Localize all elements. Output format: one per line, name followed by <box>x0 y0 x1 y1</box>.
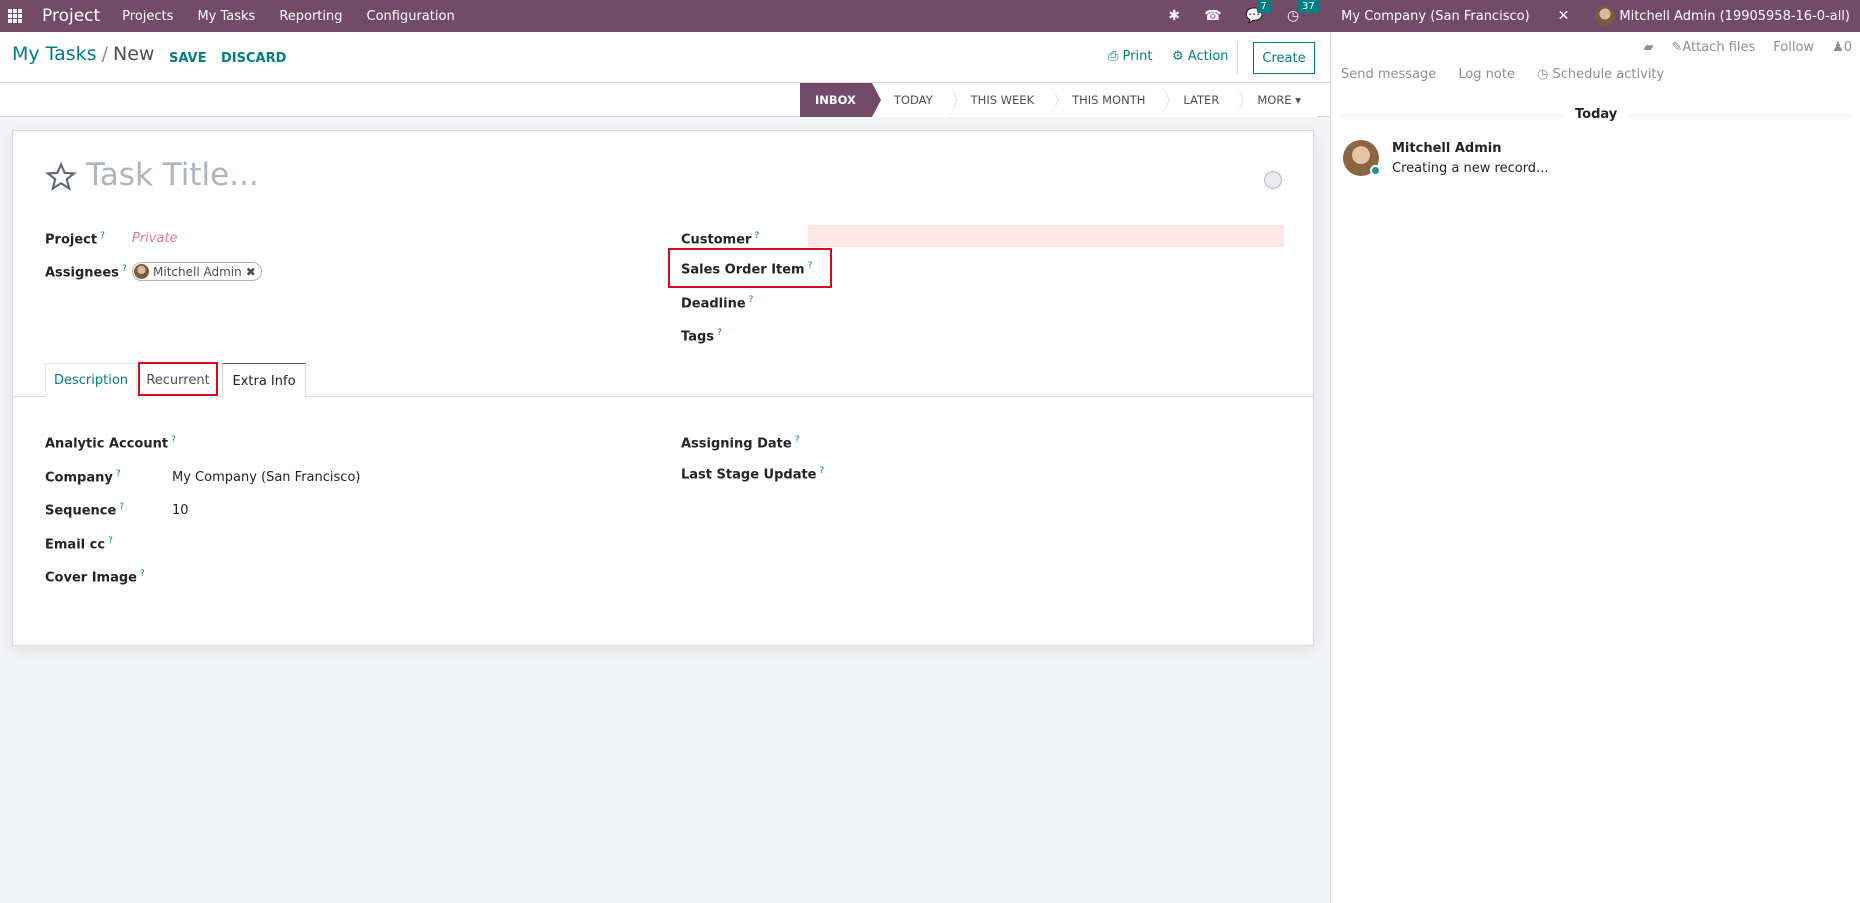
apps-menu-icon[interactable] <box>8 9 22 23</box>
form-sheet: Task Title... Project? Private Assignees… <box>12 130 1314 646</box>
day-separator: Today <box>1341 107 1851 122</box>
assignee-name: Mitchell Admin <box>153 264 242 279</box>
assignee-avatar <box>134 264 149 279</box>
message-body: Creating a new record... <box>1392 161 1549 176</box>
project-label: Project? <box>45 231 105 248</box>
menu-configuration[interactable]: Configuration <box>367 9 455 24</box>
deadline-label: Deadline? <box>681 295 754 312</box>
stage-this-month[interactable]: THIS MONTH <box>1050 83 1171 117</box>
sequence-field[interactable]: 10 <box>172 503 189 518</box>
status-bar: INBOX TODAY THIS WEEK THIS MONTH LATER M… <box>0 83 1330 117</box>
control-panel: My Tasks / New SAVE DISCARD ⎙ Print ⚙ Acti… <box>0 32 1330 83</box>
online-status-icon <box>1370 165 1381 176</box>
tab-extra-info[interactable]: Extra Info <box>222 363 306 398</box>
customer-input[interactable] <box>808 225 1284 247</box>
app-name[interactable]: Project <box>42 6 100 26</box>
highlight-box-sales-order-item <box>668 248 832 288</box>
breadcrumb-separator: / <box>101 43 108 65</box>
stage-more-dropdown[interactable]: MORE ▾ <box>1235 83 1317 117</box>
sequence-label: Sequence? <box>45 502 125 519</box>
send-message-button[interactable]: Send message <box>1341 67 1436 82</box>
breadcrumb-parent[interactable]: My Tasks <box>12 43 97 65</box>
tags-label: Tags? <box>681 328 722 345</box>
notebook-icon[interactable]: ▰ <box>1643 40 1653 55</box>
user-name: Mitchell Admin (19905958-16-0-all) <box>1619 8 1850 24</box>
phone-icon[interactable]: ☎ <box>1204 8 1221 24</box>
main-content: My Tasks / New SAVE DISCARD ⎙ Print ⚙ Acti… <box>0 32 1330 903</box>
menu-my-tasks[interactable]: My Tasks <box>197 9 255 24</box>
log-note-button[interactable]: Log note <box>1458 67 1515 82</box>
menu-reporting[interactable]: Reporting <box>279 9 342 24</box>
star-icon[interactable] <box>45 161 77 193</box>
schedule-activity-button[interactable]: ◷ Schedule activity <box>1537 67 1664 82</box>
message-avatar[interactable] <box>1343 140 1381 176</box>
task-title-input[interactable]: Task Title... <box>86 157 259 193</box>
assignee-tag[interactable]: Mitchell Admin ✖ <box>132 262 262 281</box>
create-button[interactable]: Create <box>1253 42 1315 74</box>
stage-today[interactable]: TODAY <box>871 83 958 117</box>
messages-icon[interactable]: 💬 7 <box>1246 0 1271 24</box>
activities-badge: 37 <box>1297 0 1319 13</box>
company-switcher[interactable]: My Company (San Francisco) <box>1341 9 1529 24</box>
activities-icon[interactable]: ◷ 37 <box>1287 0 1319 24</box>
chatter: ▰ ✎Attach files Follow ♟0 Send message L… <box>1330 32 1860 903</box>
tools-icon[interactable]: ✕ <box>1558 8 1570 24</box>
divider <box>1237 42 1238 74</box>
stage-this-week[interactable]: THIS WEEK <box>948 83 1060 117</box>
user-menu[interactable]: Mitchell Admin (19905958-16-0-all) <box>1595 6 1850 26</box>
assigning-date-label: Assigning Date? <box>681 435 800 452</box>
paperclip-icon: ✎ <box>1671 40 1683 55</box>
stage-inbox[interactable]: INBOX <box>800 83 881 117</box>
save-button[interactable]: SAVE <box>169 51 206 66</box>
company-field[interactable]: My Company (San Francisco) <box>172 470 360 485</box>
tab-description[interactable]: Description <box>45 363 137 397</box>
breadcrumb: My Tasks / New <box>12 43 154 65</box>
email-cc-label: Email cc? <box>45 536 113 553</box>
top-navbar: Project Projects My Tasks Reporting Conf… <box>0 0 1860 32</box>
discard-button[interactable]: DISCARD <box>221 51 286 66</box>
user-avatar <box>1595 6 1616 26</box>
action-label: Action <box>1187 49 1229 64</box>
assignees-label: Assignees? <box>45 264 127 281</box>
printer-icon: ⎙ <box>1108 49 1119 64</box>
action-button[interactable]: ⚙ Action <box>1172 49 1229 64</box>
customer-label: Customer? <box>681 231 760 248</box>
bug-icon[interactable]: ✱ <box>1168 8 1180 24</box>
user-icon: ♟ <box>1832 40 1844 55</box>
analytic-account-label: Analytic Account? <box>45 435 176 452</box>
print-button[interactable]: ⎙ Print <box>1108 49 1152 64</box>
attach-files-button[interactable]: ✎Attach files <box>1671 40 1755 55</box>
last-stage-update-label: Last Stage Update? <box>681 466 825 483</box>
cover-image-label: Cover Image? <box>45 569 145 586</box>
clock-icon: ◷ <box>1536 67 1549 82</box>
followers-button[interactable]: ♟0 <box>1832 40 1852 55</box>
follow-button[interactable]: Follow <box>1773 40 1814 55</box>
highlight-box-recurrent <box>138 362 218 396</box>
breadcrumb-current: New <box>113 43 155 65</box>
kanban-state-toggle[interactable] <box>1264 171 1282 189</box>
gear-icon: ⚙ <box>1172 49 1184 64</box>
day-label: Today <box>1563 107 1630 122</box>
print-label: Print <box>1122 49 1153 64</box>
message-author[interactable]: Mitchell Admin <box>1392 141 1501 156</box>
stage-later[interactable]: LATER <box>1161 83 1245 117</box>
menu-projects[interactable]: Projects <box>122 9 173 24</box>
company-label: Company? <box>45 469 121 486</box>
project-field[interactable]: Private <box>132 231 178 246</box>
messages-badge: 7 <box>1256 0 1271 13</box>
remove-tag-icon[interactable]: ✖ <box>246 265 256 279</box>
